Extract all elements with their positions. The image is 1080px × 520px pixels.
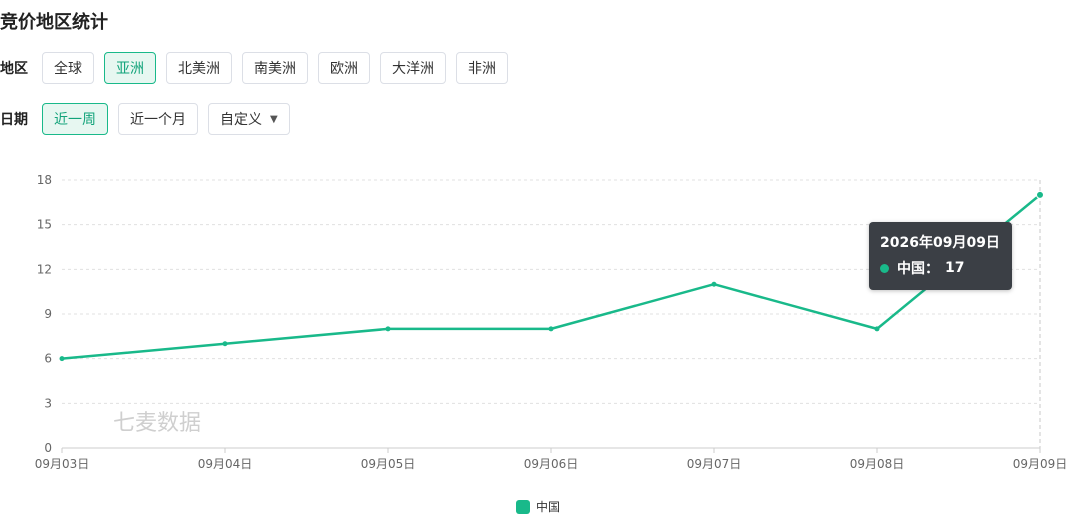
tooltip-value: 17 — [945, 260, 965, 276]
tooltip-row: 中国 ： 17 — [880, 258, 1001, 278]
date-option-custom[interactable]: 自定义 ▼ — [208, 103, 290, 135]
y-tick-label: 3 — [44, 396, 52, 410]
y-tick-label: 12 — [37, 262, 52, 276]
date-filter: 日期 近一周 近一个月 自定义 ▼ — [0, 103, 300, 135]
tooltip-series-dot — [880, 263, 889, 273]
date-option-custom-label: 自定义 — [220, 112, 262, 128]
data-point[interactable] — [548, 326, 554, 332]
y-tick-label: 15 — [37, 218, 52, 232]
tooltip-series-name: 中国 — [897, 261, 925, 277]
line-chart: 0 3 6 9 12 15 18 09月03日 09月04日 09月05日 09月06日 09月07日… — [35, 173, 1068, 471]
date-option-last-week[interactable]: 近一周 — [42, 103, 108, 135]
data-point[interactable] — [874, 326, 880, 332]
date-option-last-month[interactable]: 近一个月 — [118, 103, 198, 135]
region-option-global[interactable]: 全球 — [42, 52, 94, 84]
y-tick-label: 0 — [44, 441, 52, 455]
data-point[interactable] — [1036, 190, 1044, 199]
page-title: 竞价地区统计 — [0, 12, 108, 33]
data-point[interactable] — [59, 356, 65, 362]
x-tick-label: 09月04日 — [198, 457, 253, 471]
x-tick-label: 09月05日 — [361, 457, 416, 471]
legend-swatch — [516, 499, 530, 514]
x-tick-label: 09月09日 — [1013, 457, 1068, 471]
chart-tooltip: 2026年09月09日 中国 ： 17 — [869, 222, 1012, 290]
y-tick-label: 6 — [44, 352, 52, 366]
tooltip-title: 2026年09月09日 — [880, 235, 1000, 251]
region-option-south-america[interactable]: 南美洲 — [242, 52, 308, 84]
watermark: 七麦数据 — [113, 411, 201, 436]
region-option-oceania[interactable]: 大洋洲 — [380, 52, 446, 84]
chart-legend[interactable]: 中国 — [516, 498, 560, 515]
legend-label: 中国 — [536, 500, 561, 514]
data-point[interactable] — [711, 281, 717, 287]
region-option-asia[interactable]: 亚洲 — [104, 52, 156, 84]
data-point[interactable] — [222, 341, 228, 347]
x-tick-label: 09月08日 — [850, 457, 905, 471]
date-filter-label: 日期 — [0, 112, 28, 128]
region-option-africa[interactable]: 非洲 — [456, 52, 508, 84]
x-tick-label: 09月03日 — [35, 457, 90, 471]
region-option-north-america[interactable]: 北美洲 — [166, 52, 232, 84]
y-tick-label: 18 — [37, 173, 52, 187]
region-filter-label: 地区 — [0, 61, 28, 77]
tooltip-colon: ： — [925, 261, 939, 277]
x-tick-label: 09月06日 — [524, 457, 579, 471]
x-tick-label: 09月07日 — [687, 457, 742, 471]
y-tick-label: 9 — [44, 307, 52, 321]
data-point[interactable] — [385, 326, 391, 332]
caret-down-icon: ▼ — [270, 113, 278, 125]
region-option-europe[interactable]: 欧洲 — [318, 52, 370, 84]
region-filter: 地区 全球 亚洲 北美洲 南美洲 欧洲 大洋洲 非洲 — [0, 52, 518, 84]
